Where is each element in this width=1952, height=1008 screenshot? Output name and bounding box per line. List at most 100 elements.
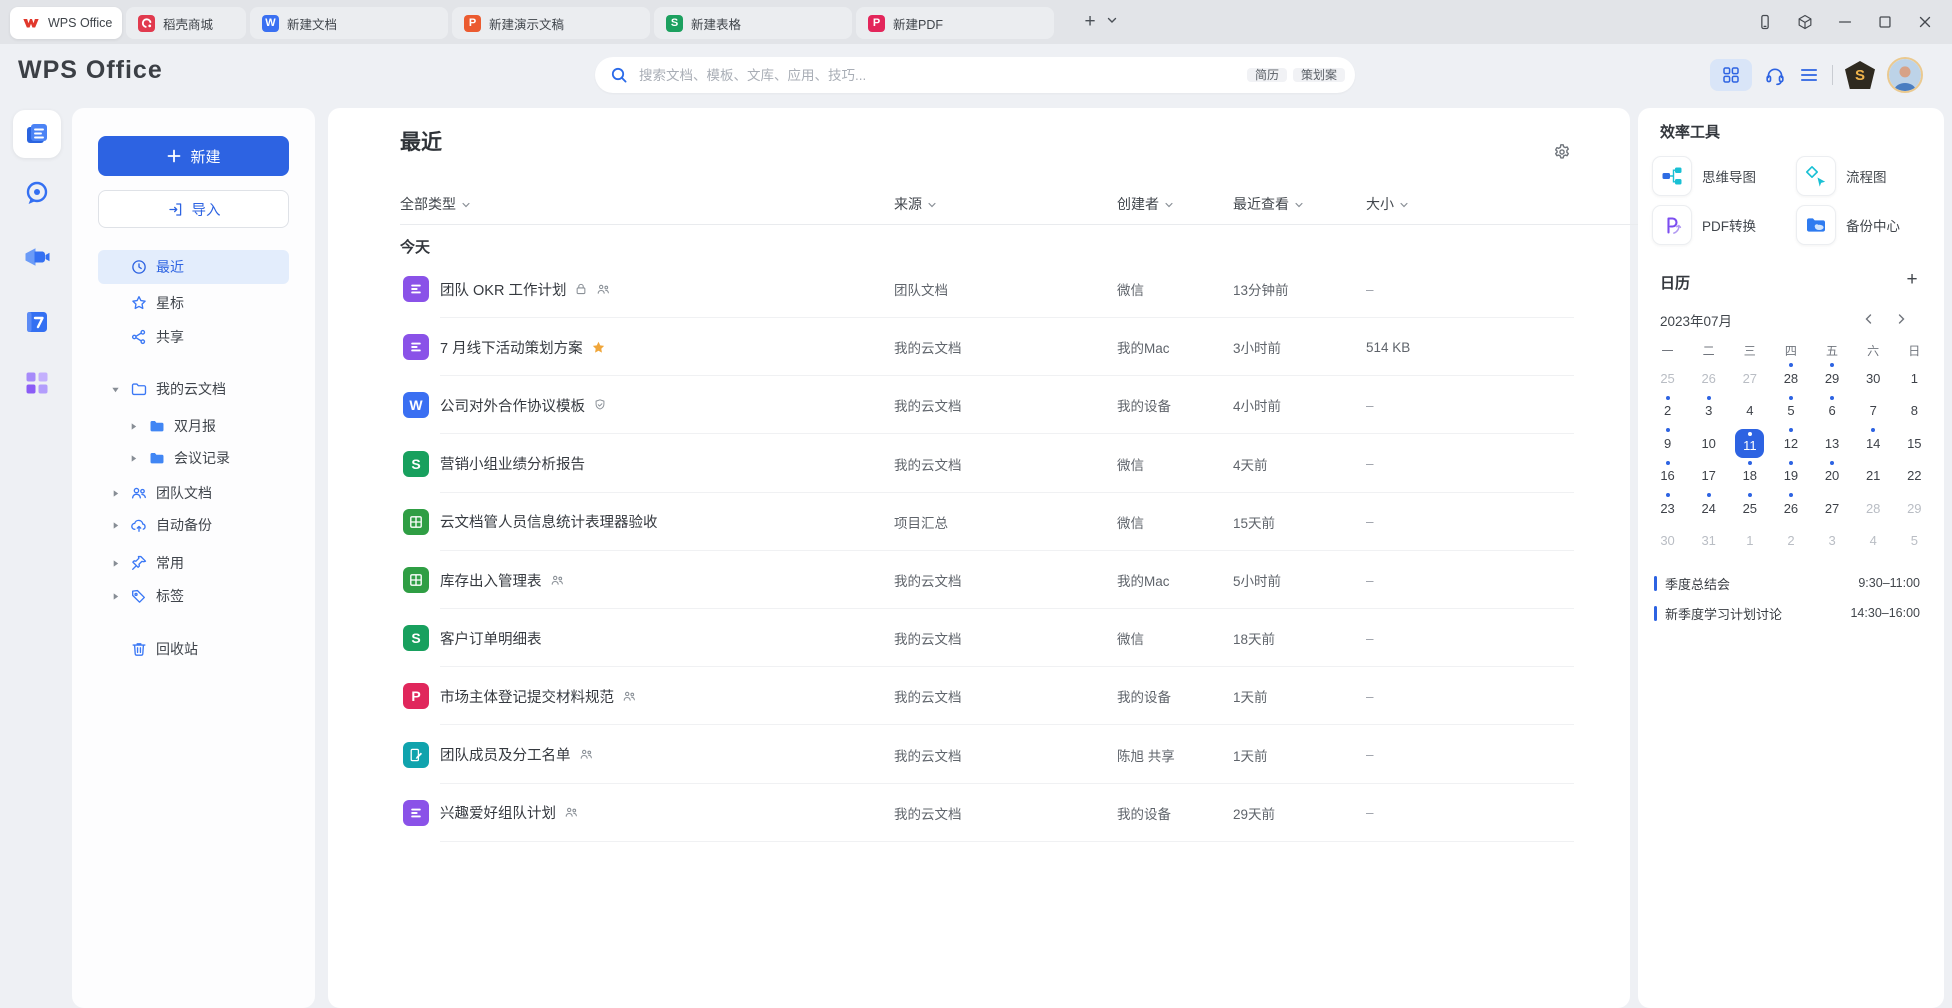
caret-right-icon[interactable] [128, 421, 138, 431]
calendar-day-9[interactable]: 9 [1647, 427, 1688, 460]
calendar-day-26[interactable]: 26 [1688, 362, 1729, 395]
calendar-day-4[interactable]: 4 [1729, 395, 1770, 428]
calendar-day-14[interactable]: 14 [1853, 427, 1894, 460]
sidebar-item-回收站[interactable]: 回收站 [98, 632, 289, 666]
caret-right-icon[interactable] [110, 558, 120, 568]
caret-right-icon[interactable] [110, 591, 120, 601]
calendar-day-1[interactable]: 1 [1729, 525, 1770, 558]
calendar-day-29[interactable]: 29 [1894, 492, 1935, 525]
rail-item-calendar[interactable] [22, 307, 52, 337]
file-row[interactable]: 库存出入管理表我的云文档我的Mac5小时前– [403, 551, 1574, 609]
search-bar[interactable]: 简历策划案 [595, 57, 1355, 93]
tool-思维导图[interactable]: 思维导图 [1652, 156, 1756, 196]
calendar-event[interactable]: 季度总结会9:30–11:00 [1654, 572, 1920, 594]
calendar-day-17[interactable]: 17 [1688, 460, 1729, 493]
apps-grid-icon[interactable] [1710, 59, 1752, 91]
filter-最近查看[interactable]: 最近查看 [1233, 192, 1304, 216]
calendar-day-11[interactable]: 11 [1729, 427, 1770, 460]
calendar-day-16[interactable]: 16 [1647, 460, 1688, 493]
rail-item-documents[interactable] [13, 110, 61, 158]
search-input[interactable] [637, 67, 1241, 84]
sidebar-item-共享[interactable]: 共享 [98, 320, 289, 354]
rail-item-meeting[interactable] [22, 242, 52, 272]
calendar-day-10[interactable]: 10 [1688, 427, 1729, 460]
calendar-day-25[interactable]: 25 [1729, 492, 1770, 525]
support-headset-icon[interactable] [1764, 64, 1786, 86]
calendar-day-30[interactable]: 30 [1647, 525, 1688, 558]
filter-大小[interactable]: 大小 [1366, 192, 1409, 216]
search-tag-chip[interactable]: 策划案 [1293, 68, 1345, 82]
search-tag-chip[interactable]: 简历 [1247, 68, 1287, 82]
sidebar-item-团队文档[interactable]: 团队文档 [98, 476, 289, 510]
calendar-day-28[interactable]: 28 [1853, 492, 1894, 525]
calendar-day-20[interactable]: 20 [1812, 460, 1853, 493]
calendar-day-12[interactable]: 12 [1770, 427, 1811, 460]
calendar-day-30[interactable]: 30 [1853, 362, 1894, 395]
add-event-button[interactable]: + [1902, 270, 1922, 290]
tab-docer-store[interactable]: 稻壳商城 [126, 7, 246, 39]
tool-流程图[interactable]: 流程图 [1796, 156, 1887, 196]
workspace-icon[interactable] [1790, 7, 1820, 37]
file-row[interactable]: 兴趣爱好组队计划我的云文档我的设备29天前– [403, 784, 1574, 842]
sidebar-item-我的云文档[interactable]: 我的云文档 [98, 372, 289, 406]
avatar[interactable] [1887, 57, 1923, 93]
filter-创建者[interactable]: 创建者 [1117, 192, 1174, 216]
sidebar-item-标签[interactable]: 标签 [98, 579, 289, 613]
file-row[interactable]: W公司对外合作协议模板我的云文档我的设备4小时前– [403, 376, 1574, 434]
maximize-icon[interactable] [1870, 7, 1900, 37]
sidebar-item-会议记录[interactable]: 会议记录 [98, 441, 289, 475]
rail-item-chat[interactable] [22, 178, 52, 208]
caret-right-icon[interactable] [110, 520, 120, 530]
sidebar-item-双月报[interactable]: 双月报 [98, 409, 289, 443]
sidebar-item-常用[interactable]: 常用 [98, 546, 289, 580]
calendar-day-24[interactable]: 24 [1688, 492, 1729, 525]
calendar-day-8[interactable]: 8 [1894, 395, 1935, 428]
calendar-day-5[interactable]: 5 [1770, 395, 1811, 428]
tab-wps-office[interactable]: WPS Office [10, 7, 122, 39]
caret-right-icon[interactable] [110, 488, 120, 498]
minimize-icon[interactable] [1830, 7, 1860, 37]
filter-全部类型[interactable]: 全部类型 [400, 192, 471, 216]
tab-new-spreadsheet[interactable]: S新建表格 [654, 7, 852, 39]
file-row[interactable]: P市场主体登记提交材料规范我的云文档我的设备1天前– [403, 667, 1574, 725]
file-row[interactable]: 7 月线下活动策划方案我的云文档我的Mac3小时前514 KB [403, 318, 1574, 376]
calendar-day-3[interactable]: 3 [1688, 395, 1729, 428]
vip-badge-icon[interactable]: S [1845, 61, 1875, 89]
calendar-day-1[interactable]: 1 [1894, 362, 1935, 395]
tab-new-presentation[interactable]: P新建演示文稿 [452, 7, 650, 39]
calendar-day-27[interactable]: 27 [1729, 362, 1770, 395]
close-icon[interactable] [1910, 7, 1940, 37]
calendar-day-3[interactable]: 3 [1812, 525, 1853, 558]
calendar-day-31[interactable]: 31 [1688, 525, 1729, 558]
calendar-day-5[interactable]: 5 [1894, 525, 1935, 558]
calendar-day-15[interactable]: 15 [1894, 427, 1935, 460]
file-row[interactable]: 团队成员及分工名单我的云文档陈旭 共享1天前– [403, 726, 1574, 784]
calendar-day-29[interactable]: 29 [1812, 362, 1853, 395]
add-tab-button[interactable]: + [1078, 10, 1102, 34]
filter-来源[interactable]: 来源 [894, 192, 937, 216]
calendar-day-7[interactable]: 7 [1853, 395, 1894, 428]
calendar-day-4[interactable]: 4 [1853, 525, 1894, 558]
calendar-day-2[interactable]: 2 [1647, 395, 1688, 428]
sidebar-item-自动备份[interactable]: 自动备份 [98, 508, 289, 542]
tab-new-pdf[interactable]: P新建PDF [856, 7, 1054, 39]
calendar-day-2[interactable]: 2 [1770, 525, 1811, 558]
import-button[interactable]: 导入 [98, 190, 289, 228]
rail-item-apps[interactable] [22, 368, 52, 398]
caret-right-icon[interactable] [128, 453, 138, 463]
sidebar-item-最近[interactable]: 最近 [98, 250, 289, 284]
calendar-day-19[interactable]: 19 [1770, 460, 1811, 493]
new-button[interactable]: 新建 [98, 136, 289, 176]
calendar-day-28[interactable]: 28 [1770, 362, 1811, 395]
file-row[interactable]: S营销小组业绩分析报告我的云文档微信4天前– [403, 435, 1574, 493]
calendar-day-27[interactable]: 27 [1812, 492, 1853, 525]
calendar-day-18[interactable]: 18 [1729, 460, 1770, 493]
tool-PDF转换[interactable]: PDF转换 [1652, 205, 1756, 245]
sidebar-item-星标[interactable]: 星标 [98, 286, 289, 320]
calendar-event[interactable]: 新季度学习计划讨论14:30–16:00 [1654, 602, 1920, 624]
file-row[interactable]: 云文档管人员信息统计表理器验收项目汇总微信15天前– [403, 493, 1574, 551]
calendar-day-22[interactable]: 22 [1894, 460, 1935, 493]
file-row[interactable]: 团队 OKR 工作计划团队文档微信13分钟前– [403, 260, 1574, 318]
file-row[interactable]: S客户订单明细表我的云文档微信18天前– [403, 609, 1574, 667]
calendar-day-13[interactable]: 13 [1812, 427, 1853, 460]
